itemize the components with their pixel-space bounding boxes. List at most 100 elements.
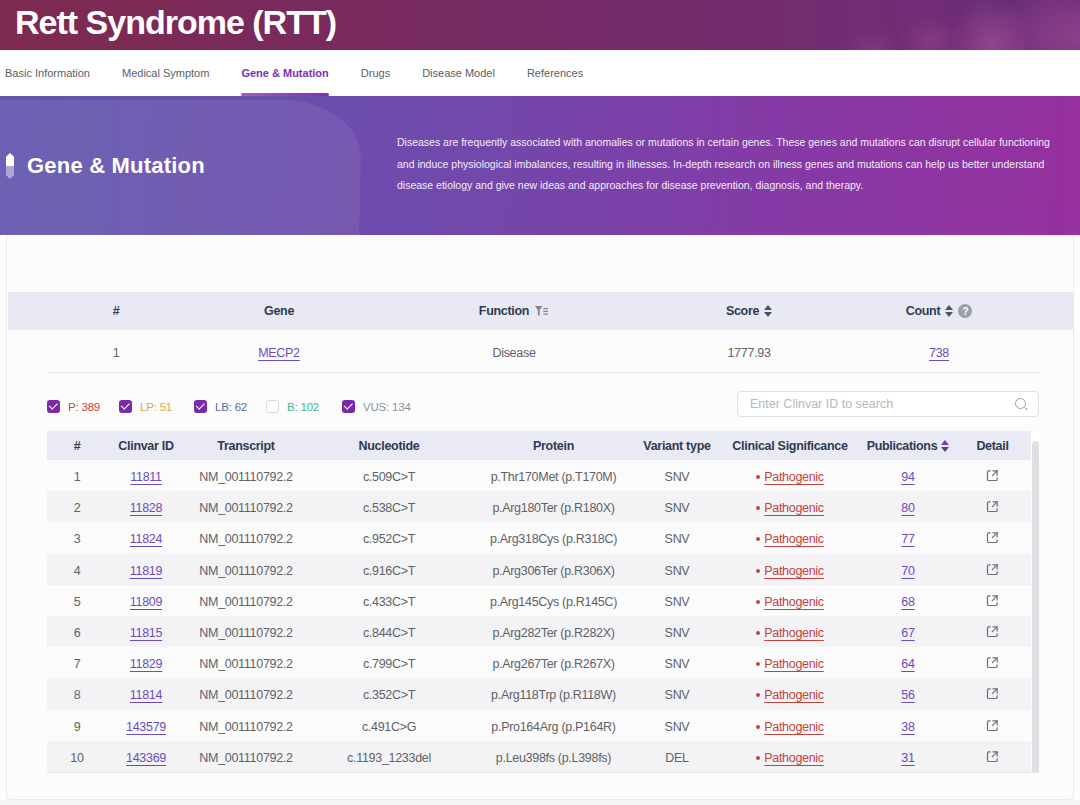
sort-icon[interactable] bbox=[941, 440, 949, 452]
external-link-icon[interactable] bbox=[986, 500, 999, 516]
checkbox-checked[interactable] bbox=[342, 400, 355, 413]
clinical-significance-link[interactable]: Pathogenic bbox=[764, 501, 824, 515]
sort-icon[interactable] bbox=[764, 305, 772, 317]
filter-icon[interactable] bbox=[534, 305, 549, 318]
external-link-icon[interactable] bbox=[986, 469, 999, 485]
gene-row-index: 1 bbox=[8, 346, 224, 360]
variant-transcript: NM_001110792.2 bbox=[185, 595, 307, 609]
gene-count-link[interactable]: 738 bbox=[929, 346, 949, 360]
variant-protein: p.Arg180Ter (p.R180X) bbox=[471, 501, 636, 515]
clinvar-id-link[interactable]: 11824 bbox=[130, 532, 162, 546]
external-link-icon[interactable] bbox=[986, 563, 999, 579]
variant-type: SNV bbox=[636, 595, 718, 609]
variant-transcript: NM_001110792.2 bbox=[185, 626, 307, 640]
clinvar-id-link[interactable]: 11829 bbox=[130, 657, 162, 671]
filter-checkbox-p[interactable]: P: 389 bbox=[47, 400, 100, 413]
pathogenic-dot bbox=[756, 506, 760, 510]
sort-icon[interactable] bbox=[945, 305, 953, 317]
external-link-icon[interactable] bbox=[986, 687, 999, 703]
publications-link[interactable]: 80 bbox=[901, 501, 914, 515]
clinical-significance-link[interactable]: Pathogenic bbox=[764, 532, 824, 546]
gene-table-header: # Gene Function Score Count bbox=[8, 292, 1074, 330]
clinvar-id-link[interactable]: 11809 bbox=[130, 595, 162, 609]
variant-type: SNV bbox=[636, 657, 718, 671]
clinvar-id-link[interactable]: 11811 bbox=[130, 470, 161, 484]
variant-table-body: 111811NM_001110792.2c.509C>Tp.Thr170Met … bbox=[47, 460, 1040, 773]
external-link-icon[interactable] bbox=[986, 625, 999, 641]
gene-row-function: Disease bbox=[334, 346, 694, 360]
variant-nucleotide: c.433C>T bbox=[307, 595, 471, 609]
clinvar-id-link[interactable]: 11815 bbox=[130, 626, 162, 640]
checkbox-checked[interactable] bbox=[194, 400, 207, 413]
nav-tab-drugs[interactable]: Drugs bbox=[361, 50, 390, 96]
variant-type: SNV bbox=[636, 720, 718, 734]
variant-row: 711829NM_001110792.2c.799C>Tp.Arg267Ter … bbox=[47, 647, 1031, 678]
clinvar-search-input[interactable] bbox=[750, 397, 1015, 411]
clinical-significance-link[interactable]: Pathogenic bbox=[764, 564, 824, 578]
variant-num: 5 bbox=[47, 595, 107, 609]
variant-row: 311824NM_001110792.2c.952C>Tp.Arg318Cys … bbox=[47, 522, 1031, 553]
nav-tab-gene-mutation[interactable]: Gene & Mutation bbox=[241, 50, 328, 96]
external-link-icon[interactable] bbox=[986, 594, 999, 610]
clinvar-id-link[interactable]: 143579 bbox=[126, 720, 166, 734]
nav-tab-references[interactable]: References bbox=[527, 50, 583, 96]
external-link-icon[interactable] bbox=[986, 719, 999, 735]
clinical-significance-link[interactable]: Pathogenic bbox=[764, 751, 824, 765]
clinical-significance-link[interactable]: Pathogenic bbox=[764, 720, 824, 734]
filter-checkbox-lb[interactable]: LB: 62 bbox=[194, 400, 247, 413]
publications-link[interactable]: 31 bbox=[901, 751, 914, 765]
clinical-significance-link[interactable]: Pathogenic bbox=[764, 657, 824, 671]
help-icon[interactable]: ? bbox=[958, 304, 972, 318]
checkbox-checked[interactable] bbox=[119, 400, 132, 413]
search-icon[interactable] bbox=[1015, 398, 1028, 411]
gene-link[interactable]: MECP2 bbox=[258, 346, 300, 360]
variant-row: 10143369NM_001110792.2c.1193_1233delp.Le… bbox=[47, 741, 1031, 772]
variant-transcript: NM_001110792.2 bbox=[185, 688, 307, 702]
checkbox-unchecked[interactable] bbox=[266, 400, 279, 413]
external-link-icon[interactable] bbox=[986, 531, 999, 547]
clinical-significance-link[interactable]: Pathogenic bbox=[764, 595, 824, 609]
publications-link[interactable]: 38 bbox=[901, 720, 914, 734]
variant-num: 8 bbox=[47, 688, 107, 702]
publications-link[interactable]: 68 bbox=[901, 595, 914, 609]
external-link-icon[interactable] bbox=[986, 656, 999, 672]
variant-row: 811814NM_001110792.2c.352C>Tp.Arg118Trp … bbox=[47, 678, 1031, 709]
filter-checkbox-b[interactable]: B: 102 bbox=[266, 400, 319, 413]
row-separator bbox=[47, 372, 1039, 373]
clinvar-search-box bbox=[737, 391, 1039, 417]
pathogenic-dot bbox=[756, 600, 760, 604]
variant-col--: # bbox=[47, 439, 107, 453]
variant-col-protein: Protein bbox=[471, 439, 636, 453]
clinvar-id-link[interactable]: 11819 bbox=[130, 564, 162, 578]
nav-tab-basic-information[interactable]: Basic Information bbox=[5, 50, 90, 96]
clinvar-id-link[interactable]: 11828 bbox=[130, 501, 162, 515]
publications-link[interactable]: 94 bbox=[901, 470, 914, 484]
variant-transcript: NM_001110792.2 bbox=[185, 470, 307, 484]
publications-link[interactable]: 70 bbox=[901, 564, 914, 578]
clinical-significance-link[interactable]: Pathogenic bbox=[764, 626, 824, 640]
checkbox-checked[interactable] bbox=[47, 400, 60, 413]
variant-protein: p.Pro164Arg (p.P164R) bbox=[471, 720, 636, 734]
nav-tab-medical-symptom[interactable]: Medical Symptom bbox=[122, 50, 209, 96]
variant-num: 1 bbox=[47, 470, 107, 484]
external-link-icon[interactable] bbox=[986, 750, 999, 766]
filter-row: P: 389 LP: 51 LB: 62 B: 102 VUS: 134 bbox=[7, 391, 1075, 431]
page-title: Rett Syndrome (RTT) bbox=[15, 3, 336, 42]
clinical-significance-link[interactable]: Pathogenic bbox=[764, 470, 824, 484]
clinvar-id-link[interactable]: 11814 bbox=[130, 688, 162, 702]
publications-link[interactable]: 56 bbox=[901, 688, 914, 702]
filter-checkbox-vus[interactable]: VUS: 134 bbox=[342, 400, 411, 413]
clinical-significance-link[interactable]: Pathogenic bbox=[764, 688, 824, 702]
gene-row-score: 1777.93 bbox=[694, 346, 804, 360]
publications-link[interactable]: 77 bbox=[901, 532, 914, 546]
page: Rett Syndrome (RTT) Basic Information Med… bbox=[0, 0, 1080, 805]
clinvar-id-link[interactable]: 143369 bbox=[126, 751, 166, 765]
section-title: Gene & Mutation bbox=[27, 153, 205, 179]
publications-link[interactable]: 67 bbox=[901, 626, 914, 640]
variant-nucleotide: c.509C>T bbox=[307, 470, 471, 484]
content-card: # Gene Function Score Count bbox=[6, 236, 1074, 800]
filter-checkbox-lp[interactable]: LP: 51 bbox=[119, 400, 172, 413]
publications-link[interactable]: 64 bbox=[901, 657, 914, 671]
scrollbar-thumb[interactable] bbox=[1032, 441, 1039, 773]
nav-tab-disease-model[interactable]: Disease Model bbox=[422, 50, 495, 96]
